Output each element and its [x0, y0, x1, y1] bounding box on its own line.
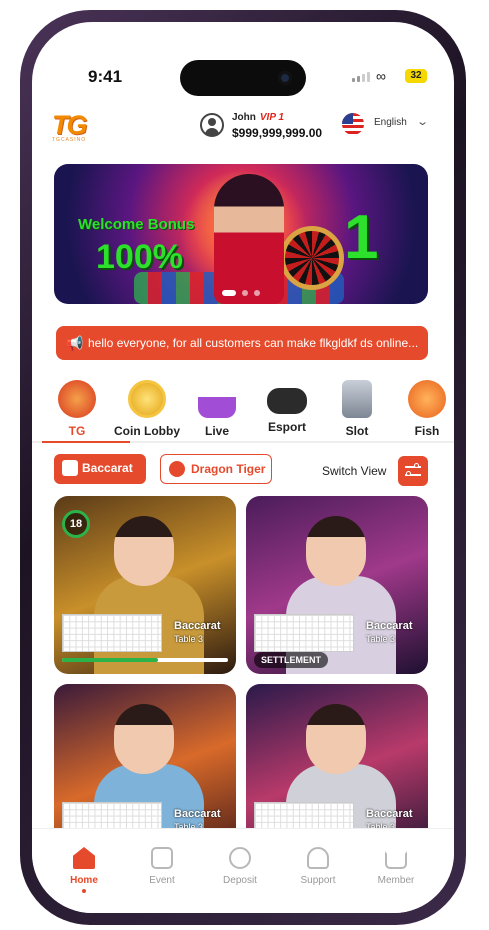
announcement-bar[interactable]: 📢 hello everyone, for all customers can … [56, 326, 428, 360]
category-label: Esport [267, 420, 306, 434]
filter-label: Baccarat [82, 461, 133, 475]
dragon-tiger-filter-button[interactable]: Dragon Tiger [160, 454, 272, 484]
table-title: Baccarat [366, 620, 413, 632]
support-icon [307, 847, 329, 869]
banner-number-text: 1 [344, 203, 379, 272]
table-subtitle: Table 3 [366, 634, 396, 644]
category-fish[interactable]: Fish [392, 380, 454, 438]
app-header: TG TGCASINO John VIP 1 $999,999,999.00 En… [32, 100, 454, 154]
filter-label: Dragon Tiger [191, 462, 266, 476]
tab-home[interactable]: Home [54, 847, 114, 893]
road-board [62, 614, 162, 652]
banner-model-image [214, 174, 284, 304]
username: John [232, 112, 256, 123]
category-label: TG [68, 424, 86, 438]
tg-category-icon [58, 380, 96, 418]
crown-icon [385, 849, 407, 869]
switch-view-label: Switch View [322, 464, 387, 478]
active-dot [82, 889, 86, 893]
tab-label: Home [70, 875, 98, 886]
tab-member[interactable]: Member [366, 847, 426, 886]
cards-icon [198, 380, 236, 418]
battery-icon: 32 [405, 69, 427, 83]
table-subtitle: Table 3 [174, 634, 204, 644]
megaphone-icon: 📢 [66, 335, 84, 351]
category-label: Slot [345, 424, 369, 438]
phone-frame: 9:41 ∞ 32 TG TGCASINO John VIP 1 $999,999… [20, 10, 466, 925]
countdown-timer: 18 [62, 510, 90, 538]
bottom-tab-bar: Home Event Deposit Support Member [32, 828, 454, 913]
dynamic-island [180, 60, 306, 96]
home-icon [73, 847, 95, 869]
banner-welcome-text: Welcome Bonus [78, 216, 195, 233]
app-screen: 9:41 ∞ 32 TG TGCASINO John VIP 1 $999,999… [32, 22, 454, 913]
tab-label: Member [377, 875, 415, 886]
category-label: Live [204, 424, 229, 438]
tab-support[interactable]: Support [288, 847, 348, 886]
table-card[interactable]: 18 Baccarat Table 3 [54, 496, 236, 674]
dragon-icon [169, 461, 185, 477]
tg-logo[interactable]: TG TGCASINO [52, 110, 114, 146]
tab-label: Deposit [223, 875, 257, 886]
switch-view-button[interactable] [398, 456, 428, 486]
gamepad-icon [267, 388, 307, 414]
promo-banner[interactable]: Welcome Bonus 100% 1 [54, 164, 428, 304]
table-title: Baccarat [366, 808, 413, 820]
table-title: Baccarat [174, 620, 221, 632]
category-coin-lobby[interactable]: Coin Lobby [112, 380, 182, 438]
status-bar: 9:41 ∞ 32 [32, 22, 454, 96]
dealer-image [306, 516, 366, 586]
roulette-wheel-image [280, 226, 344, 290]
betting-progress-fill [62, 658, 159, 662]
banner-pagination[interactable] [222, 290, 260, 296]
language-label[interactable]: English [374, 117, 407, 128]
table-card[interactable]: Baccarat Table 3 SETTLEMENT [246, 496, 428, 674]
user-balance: $999,999,999.00 [232, 126, 323, 140]
category-tg[interactable]: TG [42, 380, 112, 438]
coin-icon [128, 380, 166, 418]
chevron-down-icon[interactable]: ⌄ [416, 115, 429, 128]
settlement-badge: SETTLEMENT [254, 652, 328, 668]
betting-progress [62, 658, 228, 662]
us-flag-icon[interactable] [342, 113, 364, 135]
table-title: Baccarat [174, 808, 221, 820]
baccarat-filter-button[interactable]: Baccarat [54, 454, 146, 484]
banner-percent-text: 100% [96, 238, 183, 276]
tab-label: Support [300, 875, 336, 886]
logo-subtext: TGCASINO [52, 137, 87, 143]
category-label: Fish [414, 424, 440, 438]
announcement-text: hello everyone, for all customers can ma… [88, 336, 419, 350]
status-time: 9:41 [88, 67, 123, 86]
tab-event[interactable]: Event [132, 847, 192, 886]
deposit-icon [229, 847, 251, 869]
link-icon: ∞ [376, 68, 386, 84]
signal-icon [352, 72, 370, 82]
dealer-image [114, 704, 174, 774]
dealer-image [114, 516, 174, 586]
user-name-row: John VIP 1 [232, 112, 284, 123]
tab-label: Event [149, 875, 175, 886]
fish-icon [408, 380, 446, 418]
category-underline [32, 441, 454, 443]
user-avatar-icon[interactable] [200, 113, 224, 137]
road-board [254, 614, 354, 652]
category-live[interactable]: Live [182, 380, 252, 438]
category-esport[interactable]: Esport [252, 380, 322, 434]
slot-machine-icon [342, 380, 372, 418]
category-label: Coin Lobby [114, 424, 180, 438]
cards-icon [62, 460, 78, 476]
dealer-image [306, 704, 366, 774]
tab-deposit[interactable]: Deposit [210, 847, 270, 886]
calendar-icon [151, 847, 173, 869]
category-slot[interactable]: Slot [322, 380, 392, 438]
camera-icon [278, 71, 292, 85]
vip-badge: VIP 1 [259, 112, 284, 123]
